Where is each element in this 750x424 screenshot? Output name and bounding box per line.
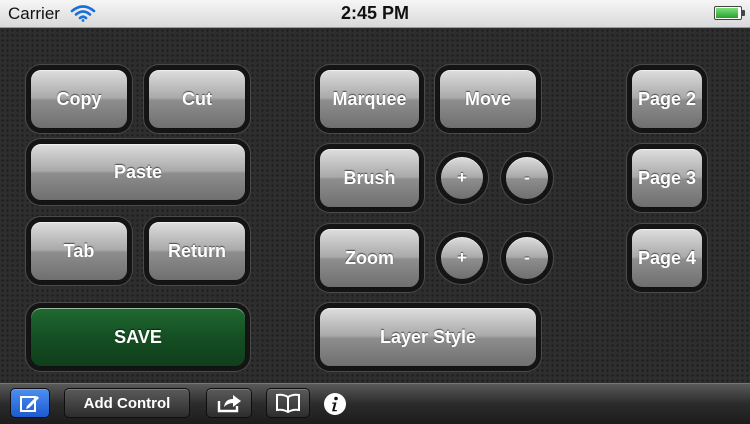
page-2-button[interactable]: Page 2	[631, 69, 703, 129]
zoom-button[interactable]: Zoom	[319, 228, 420, 288]
add-control-button[interactable]: Add Control	[64, 388, 190, 418]
wifi-icon	[70, 5, 96, 22]
bookmarks-button[interactable]	[266, 388, 310, 418]
status-bar: Carrier 2:45 PM	[0, 0, 750, 28]
edit-button[interactable]	[10, 388, 50, 418]
marquee-button[interactable]: Marquee	[319, 69, 420, 129]
page-3-button[interactable]: Page 3	[631, 148, 703, 208]
carrier-label: Carrier	[8, 4, 60, 23]
move-button[interactable]: Move	[439, 69, 537, 129]
battery-fill	[716, 8, 738, 18]
paste-button[interactable]: Paste	[30, 143, 246, 201]
book-icon	[276, 393, 300, 413]
edit-icon	[20, 396, 39, 412]
layer-style-button[interactable]: Layer Style	[319, 307, 537, 367]
copy-button[interactable]: Copy	[30, 69, 128, 129]
tab-button[interactable]: Tab	[30, 221, 128, 281]
brush-button[interactable]: Brush	[319, 148, 420, 208]
share-icon	[217, 395, 241, 413]
return-button[interactable]: Return	[148, 221, 246, 281]
battery-icon	[714, 6, 745, 20]
clock: 2:45 PM	[340, 3, 410, 23]
cut-button[interactable]: Cut	[148, 69, 246, 129]
battery-nub	[742, 10, 745, 16]
brush-minus-button[interactable]: -	[505, 156, 549, 200]
zoom-plus-button[interactable]: +	[440, 236, 484, 280]
brush-plus-button[interactable]: +	[440, 156, 484, 200]
share-button[interactable]	[206, 388, 252, 418]
save-button[interactable]: SAVE	[30, 307, 246, 367]
info-icon[interactable]	[323, 392, 347, 416]
zoom-minus-button[interactable]: -	[505, 236, 549, 280]
page-4-button[interactable]: Page 4	[631, 228, 703, 288]
